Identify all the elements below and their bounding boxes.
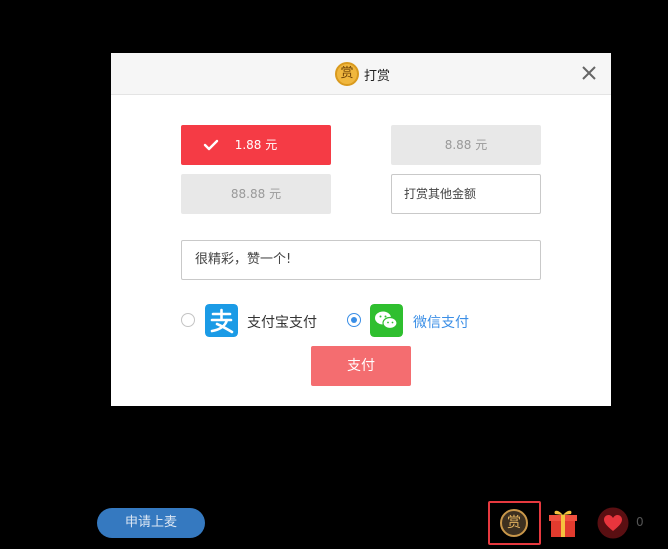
wechat-pay-label[interactable]: 微信支付 <box>413 312 469 332</box>
amount-option-2-label: 8.88 元 <box>444 138 488 152</box>
wechat-radio[interactable] <box>347 313 361 327</box>
amount-option-1-label: 1.88 元 <box>234 138 278 152</box>
reward-badge-icon: 赏 <box>335 62 359 86</box>
check-icon <box>203 139 219 151</box>
amount-option-3-label: 88.88 元 <box>230 187 282 201</box>
alipay-radio[interactable] <box>181 313 195 327</box>
alipay-label[interactable]: 支付宝支付 <box>247 312 317 332</box>
dialog-title: 打赏 <box>364 69 391 84</box>
gift-icon[interactable] <box>548 507 578 539</box>
reward-coin-icon: 赏 <box>500 509 528 537</box>
close-icon[interactable] <box>578 62 600 84</box>
amount-option-2[interactable]: 8.88 元 <box>391 125 541 165</box>
reward-button[interactable]: 赏 <box>488 501 541 545</box>
amount-option-1[interactable]: 1.88 元 <box>181 125 331 165</box>
message-input[interactable]: 很精彩，赞一个! <box>181 240 541 280</box>
like-count: 0 <box>636 515 644 529</box>
dialog-header: 赏 打赏 <box>111 53 611 95</box>
heart-icon[interactable] <box>597 507 629 539</box>
reward-dialog: 赏 打赏 1.88 元 8.88 元 88.88 元 打赏其他金额 很精彩，赞一… <box>111 53 611 406</box>
wechat-pay-icon <box>370 304 403 337</box>
other-amount-input[interactable]: 打赏其他金额 <box>391 174 541 214</box>
amount-option-3[interactable]: 88.88 元 <box>181 174 331 214</box>
pay-button[interactable]: 支付 <box>311 346 411 386</box>
alipay-icon <box>205 304 238 337</box>
request-mic-button[interactable]: 申请上麦 <box>97 508 205 538</box>
